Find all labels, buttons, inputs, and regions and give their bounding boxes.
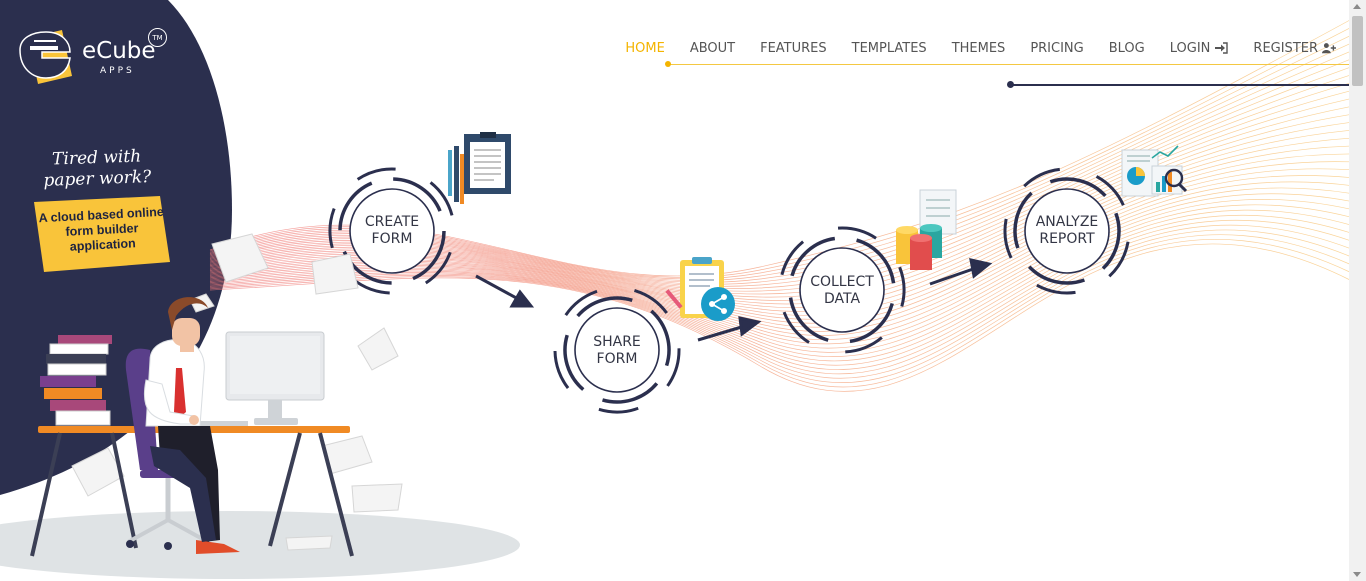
nav-pricing[interactable]: PRICING <box>1030 41 1083 56</box>
nav-features[interactable]: FEATURES <box>760 41 827 56</box>
main-nav: HOME ABOUT FEATURES TEMPLATES THEMES PRI… <box>600 38 1336 58</box>
scroll-down-arrow-icon[interactable] <box>1353 572 1361 577</box>
step-analyze-report-line1: ANALYZE <box>1035 214 1099 230</box>
computer-monitor <box>200 331 325 426</box>
step-analyze-report[interactable]: ANALYZE REPORT <box>1017 214 1117 248</box>
user-plus-icon <box>1322 43 1336 54</box>
nav-register-label: REGISTER <box>1253 40 1318 56</box>
scroll-up-arrow-icon[interactable] <box>1353 4 1361 9</box>
nav-templates[interactable]: TEMPLATES <box>852 41 927 56</box>
nav-blog[interactable]: BLOG <box>1109 41 1145 56</box>
brand-subtitle: APPS <box>100 66 135 76</box>
floor-shadow <box>0 511 520 579</box>
decorative-line <box>1010 84 1350 86</box>
nav-features-label: FEATURES <box>760 40 827 56</box>
nav-login[interactable]: LOGIN <box>1170 41 1229 56</box>
brand-name[interactable]: eCube <box>82 40 156 63</box>
nav-blog-label: BLOG <box>1108 40 1145 56</box>
database-stack-icon <box>896 189 957 270</box>
nav-home[interactable]: HOME <box>625 41 664 56</box>
page-scrollbar[interactable] <box>1349 0 1366 581</box>
arrow-collect-to-analyze <box>929 258 993 286</box>
step-collect-data-line2: DATA <box>823 291 861 307</box>
trademark-badge: TM <box>148 28 167 47</box>
nav-themes[interactable]: THEMES <box>952 41 1006 56</box>
step-share-form-line2: FORM <box>596 351 638 367</box>
nav-about[interactable]: ABOUT <box>690 41 735 56</box>
step-share-form-line1: SHARE <box>593 334 641 350</box>
hero-tagline: Tired with paper work? <box>43 146 152 191</box>
nav-active-indicator <box>665 61 671 67</box>
hero-note: A cloud based online form builder applic… <box>38 204 165 254</box>
step-analyze-report-line2: REPORT <box>1039 231 1095 247</box>
nav-about-label: ABOUT <box>689 40 736 56</box>
scroll-thumb[interactable] <box>1352 16 1363 86</box>
login-icon <box>1215 42 1229 54</box>
step-share-form[interactable]: SHARE FORM <box>567 334 667 368</box>
step-collect-data[interactable]: COLLECT DATA <box>792 274 892 308</box>
step-create-form-line2: FORM <box>371 231 413 247</box>
clipboard-document-icon <box>448 132 511 204</box>
analytics-report-icon <box>1121 145 1188 197</box>
nav-register[interactable]: REGISTER <box>1253 41 1336 56</box>
decorative-line-dot <box>1007 81 1014 88</box>
nav-pricing-label: PRICING <box>1030 40 1084 56</box>
step-create-form-line1: CREATE <box>364 214 420 230</box>
nav-underline <box>668 64 1350 65</box>
nav-home-label: HOME <box>625 40 665 56</box>
nav-login-label: LOGIN <box>1169 40 1211 56</box>
nav-themes-label: THEMES <box>951 40 1006 56</box>
nav-templates-label: TEMPLATES <box>851 40 927 56</box>
step-create-form[interactable]: CREATE FORM <box>342 214 442 248</box>
step-collect-data-line1: COLLECT <box>810 274 874 290</box>
